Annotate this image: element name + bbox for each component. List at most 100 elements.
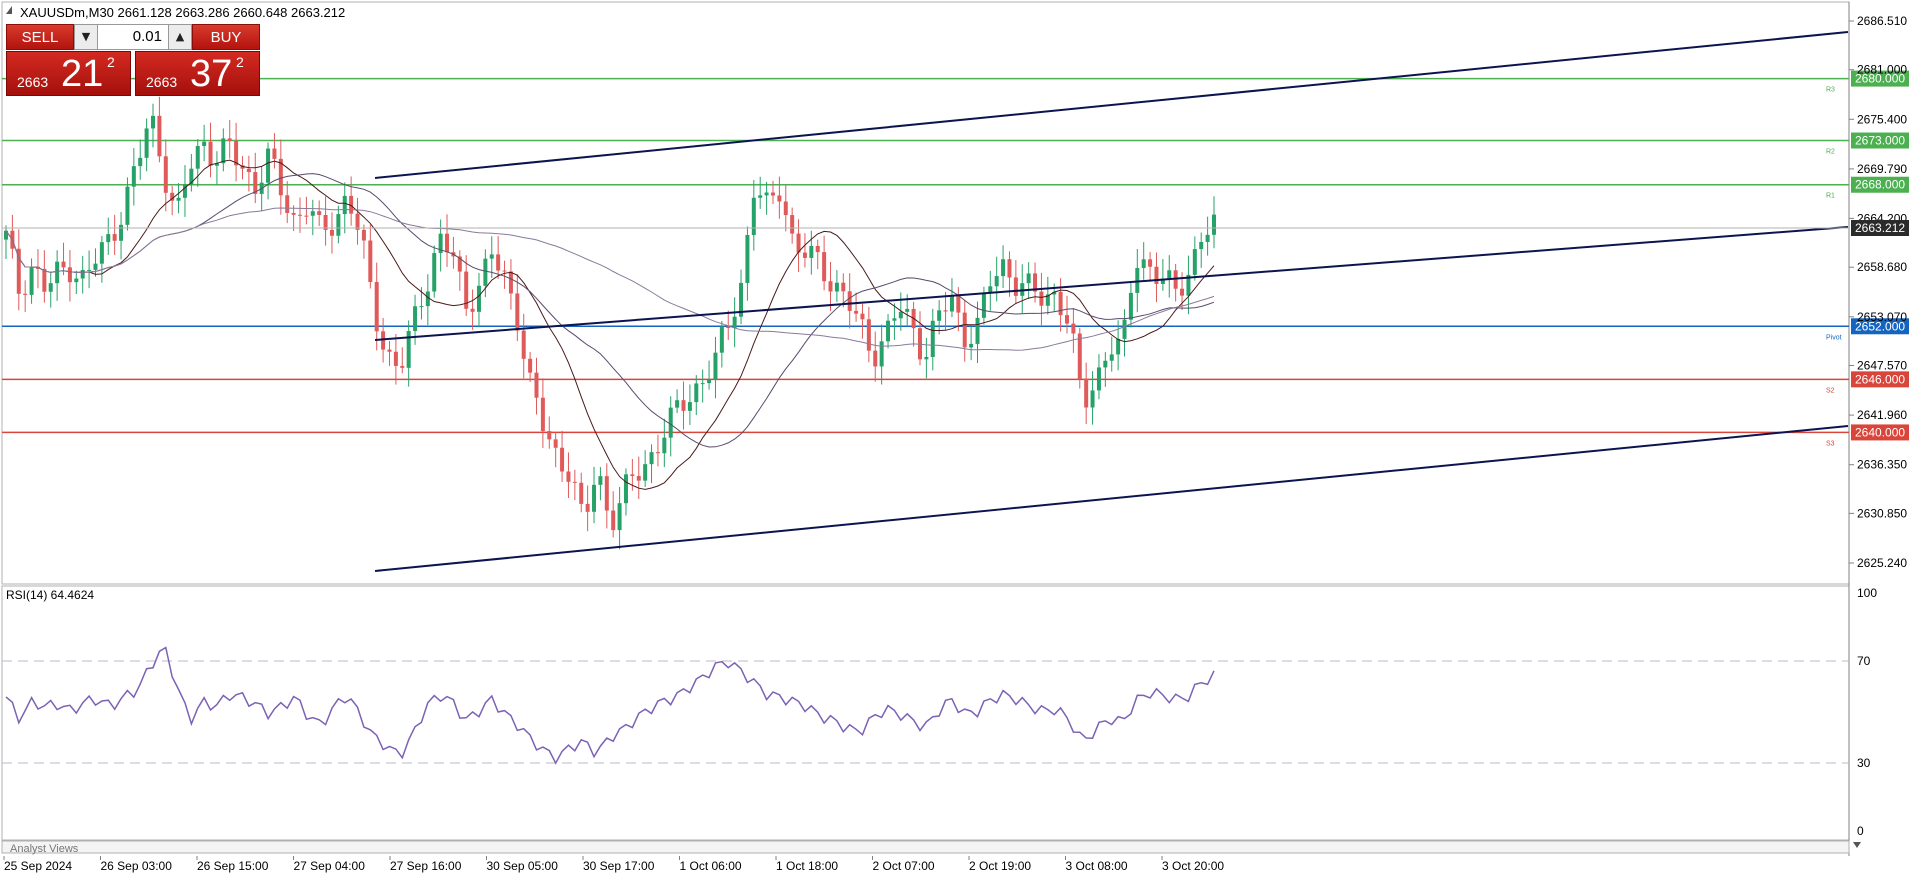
sell-price-pips: 21 xyxy=(61,53,104,95)
price-tick-label: 2675.400 xyxy=(1857,112,1907,126)
candle-body xyxy=(291,212,296,215)
candle-body xyxy=(1180,288,1185,296)
analyst-views-label: Analyst Views xyxy=(10,843,79,855)
candle-body xyxy=(937,310,942,321)
candle-body xyxy=(1148,259,1153,267)
candle-body xyxy=(1084,378,1089,408)
candle-body xyxy=(962,312,967,348)
candle-body xyxy=(630,474,635,477)
candle-body xyxy=(496,254,501,271)
candle-body xyxy=(1192,249,1197,275)
one-click-trading-panel: SELL ▼ 0.01 ▲ BUY 2663 21 2 2663 37 2 xyxy=(6,24,260,97)
candle-body xyxy=(515,293,520,331)
candle-body xyxy=(48,283,53,292)
candle-body xyxy=(611,510,616,531)
candle-body xyxy=(208,141,213,166)
candle-body xyxy=(572,481,577,483)
time-tick-label: 26 Sep 15:00 xyxy=(197,859,269,873)
buy-button[interactable]: BUY xyxy=(192,24,260,50)
candle-body xyxy=(623,474,628,504)
candle-body xyxy=(1122,319,1127,339)
candle-body xyxy=(1077,333,1082,379)
main-pane[interactable] xyxy=(1,1,1850,585)
candle-body xyxy=(317,211,322,215)
candle-body xyxy=(981,292,986,318)
lot-decrease-icon[interactable]: ▼ xyxy=(74,24,98,50)
time-tick-label: 1 Oct 18:00 xyxy=(776,859,838,873)
candle-body xyxy=(873,350,878,367)
candle-body xyxy=(598,476,603,485)
time-axis: 25 Sep 2024 26 Sep 03:00 26 Sep 15:00 27 Se… xyxy=(3,856,1224,873)
price-tick-label: 2681.000 xyxy=(1857,63,1907,77)
candle-body xyxy=(42,268,47,292)
candle-body xyxy=(643,464,648,481)
candle-body xyxy=(930,320,935,357)
candle-body xyxy=(87,269,92,271)
candle-body xyxy=(521,330,526,359)
candle-body xyxy=(540,397,545,432)
candle-body xyxy=(329,229,334,236)
candle-body xyxy=(1039,291,1044,306)
price-tick-label: 2630.850 xyxy=(1857,506,1907,520)
candle-body xyxy=(719,326,724,353)
candle-body xyxy=(579,482,584,504)
candle-body xyxy=(361,229,366,241)
candle-body xyxy=(227,138,232,141)
time-tick-label: 2 Oct 07:00 xyxy=(873,859,935,873)
candle-body xyxy=(751,197,756,236)
candle-body xyxy=(1109,354,1114,361)
candle-body xyxy=(994,276,999,287)
lot-size-input[interactable]: 0.01 xyxy=(98,24,168,50)
analyst-views-tab[interactable] xyxy=(1,840,1850,854)
time-tick-label: 2 Oct 19:00 xyxy=(969,859,1031,873)
chart-canvas[interactable]: XAUUSDm,M30 2661.128 2663.286 2660.648 2… xyxy=(0,0,1916,874)
candle-body xyxy=(1116,338,1121,355)
candle-body xyxy=(432,253,437,292)
candle-body xyxy=(1064,315,1069,324)
rsi-axis-30: 30 xyxy=(1857,756,1871,770)
buy-quote[interactable]: 2663 37 2 xyxy=(135,51,260,96)
candle-body xyxy=(445,233,450,253)
candle-body xyxy=(802,252,807,258)
candle-body xyxy=(157,115,162,157)
candle-body xyxy=(74,278,79,283)
candle-body xyxy=(304,215,309,217)
candle-body xyxy=(758,195,763,198)
candle-body xyxy=(809,245,814,258)
candle-body xyxy=(1007,259,1012,278)
candle-body xyxy=(662,437,667,454)
candle-body xyxy=(195,145,200,169)
candle-body xyxy=(298,214,303,216)
candle-body xyxy=(1103,360,1108,368)
scroll-down-icon[interactable] xyxy=(1853,842,1861,848)
candle-body xyxy=(860,313,865,320)
candle-body xyxy=(119,224,124,241)
candle-body xyxy=(700,383,705,385)
candle-body xyxy=(285,195,290,213)
rsi-axis-100: 100 xyxy=(1857,586,1877,600)
candle-body xyxy=(585,503,590,512)
candle-body xyxy=(905,308,910,312)
level-tag-label-s3: 2640.000 xyxy=(1855,425,1905,439)
sell-quote[interactable]: 2663 21 2 xyxy=(6,51,131,96)
candle-body xyxy=(553,439,558,448)
candle-body xyxy=(713,352,718,381)
candle-body xyxy=(310,211,315,216)
rsi-axis-0: 0 xyxy=(1857,824,1864,838)
lot-increase-icon[interactable]: ▲ xyxy=(168,24,192,50)
candle-body xyxy=(604,476,609,511)
price-tick-label: 2658.680 xyxy=(1857,260,1907,274)
candle-body xyxy=(387,349,392,352)
candle-body xyxy=(374,282,379,332)
candle-body xyxy=(476,285,481,312)
candle-body xyxy=(106,234,111,243)
sell-button[interactable]: SELL xyxy=(6,24,74,50)
level-name-r1: R1 xyxy=(1826,193,1835,200)
candle-body xyxy=(956,296,961,313)
candle-body xyxy=(202,141,207,146)
candle-body xyxy=(975,317,980,344)
candle-body xyxy=(342,195,347,215)
candle-body xyxy=(943,310,948,312)
candle-body xyxy=(949,296,954,312)
rsi-pane[interactable] xyxy=(1,585,1850,841)
